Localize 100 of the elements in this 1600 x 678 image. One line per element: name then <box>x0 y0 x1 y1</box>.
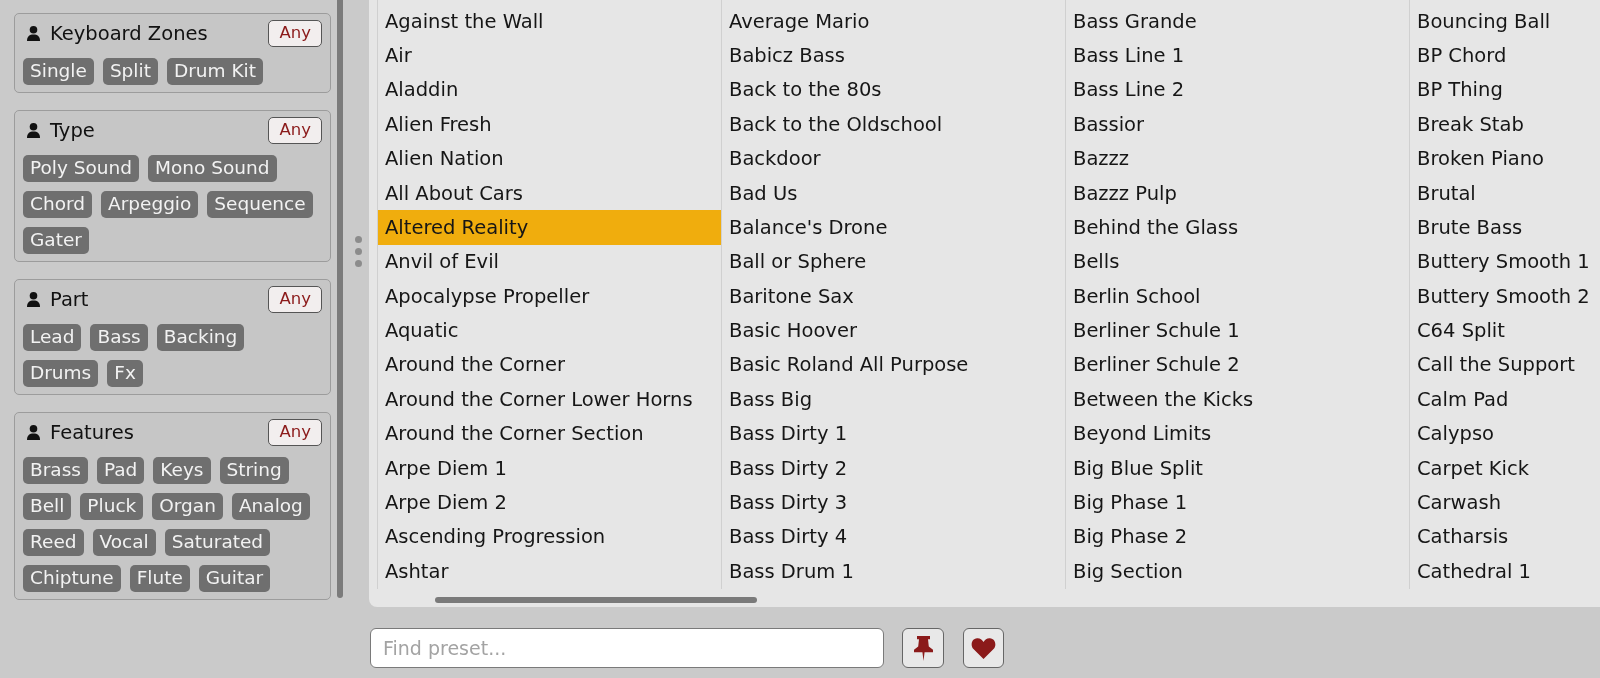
filter-tag[interactable]: Chiptune <box>23 565 121 592</box>
scrollbar-thumb[interactable] <box>337 0 343 598</box>
preset-item[interactable]: Calypso <box>1410 416 1600 452</box>
preset-item[interactable]: Catharsis <box>1410 519 1600 555</box>
preset-item[interactable]: Back to the 80s <box>722 72 1065 108</box>
filter-tag[interactable]: Backing <box>156 324 245 351</box>
preset-item[interactable]: Buttery Smooth 2 <box>1410 279 1600 314</box>
preset-item[interactable]: Bass Dirty 3 <box>722 485 1065 520</box>
preset-item[interactable]: Ascending Progression <box>378 519 721 555</box>
preset-item[interactable]: Bad Us <box>722 175 1065 211</box>
preset-item[interactable]: C64 Split <box>1410 313 1600 348</box>
preset-item[interactable]: Around the Corner Lower Horns <box>378 382 721 417</box>
preset-item[interactable]: Anvil of Evil <box>378 244 721 280</box>
preset-item[interactable]: Balance's Drone <box>722 210 1065 245</box>
filter-tag[interactable]: Drums <box>23 360 99 387</box>
preset-item[interactable]: Ball or Sphere <box>722 244 1065 280</box>
preset-item[interactable]: Buttery Smooth 1 <box>1410 244 1600 280</box>
filter-tag[interactable]: Sequence <box>207 191 313 218</box>
filter-tag[interactable]: Pad <box>96 457 145 484</box>
filter-tag[interactable]: Flute <box>129 565 190 592</box>
any-button[interactable]: Any <box>268 286 322 313</box>
filter-tag[interactable]: String <box>219 457 289 484</box>
filter-tag[interactable]: Saturated <box>164 529 271 556</box>
preset-item[interactable]: Broken Piano <box>1410 141 1600 176</box>
preset-item[interactable]: Alien Fresh <box>378 107 721 142</box>
preset-item[interactable]: Aladdin <box>378 72 721 108</box>
preset-item[interactable]: Carwash <box>1410 485 1600 520</box>
preset-item[interactable]: Air <box>378 38 721 73</box>
filter-tag[interactable]: Single <box>23 58 94 85</box>
preset-item[interactable]: Basic Roland All Purpose <box>722 347 1065 383</box>
preset-item[interactable]: Arpe Diem 1 <box>378 451 721 486</box>
preset-item[interactable]: Around the Corner <box>378 347 721 383</box>
preset-item[interactable]: Backdoor <box>722 141 1065 176</box>
filter-tag[interactable]: Lead <box>23 324 82 351</box>
any-button[interactable]: Any <box>268 20 322 47</box>
preset-item[interactable]: Baritone Sax <box>722 279 1065 314</box>
preset-item[interactable]: Basic Hoover <box>722 313 1065 348</box>
preset-item[interactable]: Brutal <box>1410 175 1600 211</box>
preset-item[interactable]: Beyond Limits <box>1066 416 1409 452</box>
preset-item[interactable]: Arpe Diem 2 <box>378 485 721 520</box>
preset-item[interactable]: Bass Big <box>722 382 1065 417</box>
preset-item[interactable]: Ashtar <box>378 554 721 589</box>
filter-tag[interactable]: Pluck <box>80 493 144 520</box>
preset-item[interactable]: Call the Support <box>1410 347 1600 383</box>
filter-tag[interactable]: Poly Sound <box>23 155 140 182</box>
scrollbar-thumb[interactable] <box>435 596 757 603</box>
preset-item[interactable]: Bass Dirty 2 <box>722 451 1065 486</box>
preset-item[interactable]: Bass Line 1 <box>1066 38 1409 73</box>
any-button[interactable]: Any <box>268 117 322 144</box>
preset-item[interactable]: Bass Dirty 1 <box>722 416 1065 452</box>
preset-item[interactable]: BP Chord <box>1410 38 1600 73</box>
preset-item[interactable]: Against the Wall <box>378 4 721 39</box>
preset-item[interactable]: Back to the Oldschool <box>722 107 1065 142</box>
filter-tag[interactable]: Analog <box>231 493 310 520</box>
preset-item[interactable]: Apocalypse Propeller <box>378 279 721 314</box>
preset-item[interactable]: Altered Reality <box>378 210 721 245</box>
preset-item[interactable]: Berliner Schule 2 <box>1066 347 1409 383</box>
preset-item[interactable]: BP Thing <box>1410 72 1600 108</box>
filter-tag[interactable]: Brass <box>23 457 88 484</box>
preset-item[interactable]: Bassior <box>1066 107 1409 142</box>
preset-item[interactable]: Bass Grande <box>1066 4 1409 39</box>
preset-item[interactable]: Bass Line 2 <box>1066 72 1409 108</box>
preset-item[interactable]: Babicz Bass <box>722 38 1065 73</box>
preset-item[interactable]: Alien Nation <box>378 141 721 176</box>
preset-item[interactable]: Bells <box>1066 244 1409 280</box>
preset-item[interactable]: Bouncing Ball <box>1410 4 1600 39</box>
filter-tag[interactable]: Bass <box>90 324 148 351</box>
search-field[interactable]: Find preset... <box>370 628 884 668</box>
preset-item[interactable]: Big Blue Split <box>1066 451 1409 486</box>
preset-item[interactable]: Around the Corner Section <box>378 416 721 452</box>
preset-item[interactable]: Calm Pad <box>1410 382 1600 417</box>
preset-item[interactable]: Aquatic <box>378 313 721 348</box>
preset-item[interactable]: Brute Bass <box>1410 210 1600 245</box>
filter-tag[interactable]: Vocal <box>92 529 156 556</box>
any-button[interactable]: Any <box>268 419 322 446</box>
preset-item[interactable]: Cathedral 1 <box>1410 554 1600 589</box>
preset-item[interactable]: All About Cars <box>378 175 721 211</box>
filter-tag[interactable]: Mono Sound <box>148 155 277 182</box>
preset-item[interactable]: Berlin School <box>1066 279 1409 314</box>
filter-tag[interactable]: Reed <box>23 529 84 556</box>
filter-tag[interactable]: Fx <box>107 360 143 387</box>
filter-tag[interactable]: Organ <box>152 493 223 520</box>
preset-item[interactable]: Big Phase 1 <box>1066 485 1409 520</box>
preset-item[interactable]: Bazzz Pulp <box>1066 175 1409 211</box>
preset-item[interactable]: Bass Dirty 4 <box>722 519 1065 555</box>
filter-tag[interactable]: Split <box>102 58 158 85</box>
preset-item[interactable]: Carpet Kick <box>1410 451 1600 486</box>
filter-tag[interactable]: Bell <box>23 493 72 520</box>
filter-tag[interactable]: Arpeggio <box>101 191 199 218</box>
preset-item[interactable]: Bazzz <box>1066 141 1409 176</box>
favorite-button[interactable] <box>963 628 1004 668</box>
preset-item[interactable]: Behind the Glass <box>1066 210 1409 245</box>
filter-tag[interactable]: Keys <box>153 457 211 484</box>
preset-item[interactable]: Big Phase 2 <box>1066 519 1409 555</box>
filter-tag[interactable]: Chord <box>23 191 92 218</box>
preset-item[interactable]: Big Section <box>1066 554 1409 589</box>
pin-button[interactable] <box>902 628 944 668</box>
drag-handle-icon[interactable] <box>355 236 362 267</box>
preset-item[interactable]: Average Mario <box>722 4 1065 39</box>
preset-item[interactable]: Berliner Schule 1 <box>1066 313 1409 348</box>
